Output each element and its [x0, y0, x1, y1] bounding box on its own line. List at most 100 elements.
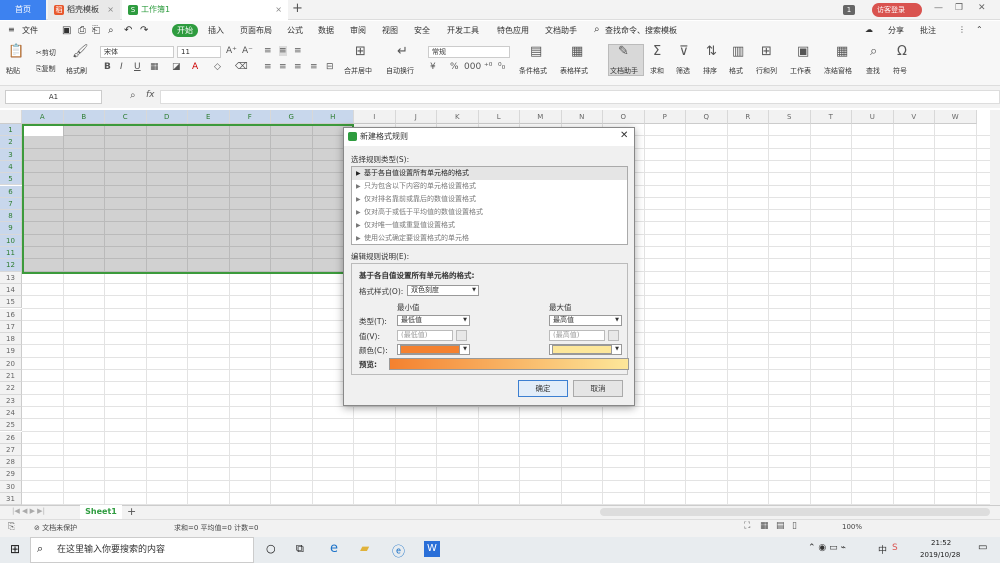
column-header[interactable]: G: [271, 110, 313, 124]
menu-insert[interactable]: 插入: [208, 25, 224, 36]
column-header[interactable]: A: [22, 110, 64, 124]
decrease-decimal-icon[interactable]: ⁰₀: [498, 62, 505, 72]
wps-tray-icon[interactable]: S: [892, 543, 898, 553]
align-center-icon[interactable]: ≡: [279, 62, 287, 72]
bold-icon[interactable]: B: [104, 62, 111, 72]
worksheet-button[interactable]: 工作表: [790, 66, 811, 76]
page-view-icon[interactable]: ▤: [776, 521, 785, 531]
format-style-select[interactable]: 双色刻度 ▼: [407, 285, 479, 296]
notification-icon[interactable]: ▭: [978, 542, 987, 553]
range-picker-icon[interactable]: [456, 330, 467, 341]
sum-button[interactable]: 求和: [650, 66, 664, 76]
tab-home[interactable]: 首页: [0, 0, 46, 20]
row-header[interactable]: 10: [0, 234, 22, 247]
column-header[interactable]: W: [935, 110, 977, 124]
align-middle-icon[interactable]: ≡: [279, 46, 287, 56]
filter-button[interactable]: 筛选: [676, 66, 690, 76]
zoom-level[interactable]: 100%: [842, 523, 862, 531]
horizontal-scrollbar[interactable]: [600, 508, 990, 516]
row-header[interactable]: 22: [0, 382, 22, 395]
row-header[interactable]: 21: [0, 370, 22, 383]
column-header[interactable]: P: [644, 110, 686, 124]
print-icon[interactable]: ⎗: [92, 25, 100, 36]
copy-button[interactable]: ⎘复制: [36, 64, 56, 74]
minimize-icon[interactable]: —: [934, 3, 943, 13]
column-header[interactable]: T: [810, 110, 852, 124]
range-picker-icon[interactable]: [608, 330, 619, 341]
distribute-icon[interactable]: ⊟: [326, 62, 334, 72]
export-icon[interactable]: ⎙: [78, 25, 86, 36]
row-header[interactable]: 8: [0, 210, 22, 223]
justify-icon[interactable]: ≡: [310, 62, 318, 72]
format-button[interactable]: 格式: [729, 66, 743, 76]
edge-icon[interactable]: e: [330, 541, 338, 556]
restore-icon[interactable]: ❐: [955, 3, 963, 13]
currency-icon[interactable]: ¥: [430, 62, 436, 72]
fx-icon[interactable]: fx: [146, 90, 155, 100]
menu-review[interactable]: 审阅: [350, 25, 366, 36]
row-header[interactable]: 14: [0, 283, 22, 297]
menu-page-layout[interactable]: 页面布局: [240, 25, 272, 36]
row-header[interactable]: 2: [0, 136, 22, 149]
row-header[interactable]: 12: [0, 259, 22, 272]
row-header[interactable]: 11: [0, 247, 22, 260]
paste-button[interactable]: 粘贴: [6, 66, 20, 76]
merge-center-icon[interactable]: ⊞: [355, 44, 366, 59]
command-search[interactable]: 查找命令、搜索模板: [605, 25, 677, 36]
hamburger-icon[interactable]: ≡: [8, 25, 15, 34]
menu-security[interactable]: 安全: [414, 25, 430, 36]
name-box[interactable]: A1: [5, 90, 102, 104]
ime-indicator[interactable]: 中: [878, 543, 887, 556]
row-header[interactable]: 29: [0, 468, 22, 481]
conditional-format-icon[interactable]: ▤: [530, 44, 542, 59]
column-header[interactable]: I: [354, 110, 396, 124]
ie-icon[interactable]: ⓔ: [392, 541, 405, 560]
max-type-select[interactable]: 最高值 ▼: [549, 315, 622, 326]
clock-time[interactable]: 21:52: [931, 539, 951, 547]
row-header[interactable]: 16: [0, 308, 22, 321]
read-view-icon[interactable]: ▯: [792, 521, 797, 531]
column-header[interactable]: D: [146, 110, 188, 124]
cloud-icon[interactable]: ☁: [865, 25, 873, 34]
tray-icons[interactable]: ⌃ ◉ ▭ ⌁: [808, 543, 846, 553]
collapse-icon[interactable]: ⌃: [976, 25, 983, 34]
vertical-scrollbar[interactable]: [990, 110, 1000, 505]
menu-formula[interactable]: 公式: [287, 25, 303, 36]
menu-features[interactable]: 特色应用: [497, 25, 529, 36]
row-header[interactable]: 7: [0, 197, 22, 211]
column-header[interactable]: Q: [686, 110, 728, 124]
row-header[interactable]: 30: [0, 480, 22, 493]
font-shrink-icon[interactable]: A⁻: [242, 46, 253, 56]
normal-view-icon[interactable]: ▦: [760, 521, 769, 531]
row-header[interactable]: 4: [0, 160, 22, 174]
menu-data[interactable]: 数据: [318, 25, 334, 36]
select-all-corner[interactable]: [0, 110, 22, 124]
selected-range[interactable]: [22, 124, 354, 274]
column-header[interactable]: F: [229, 110, 271, 124]
wps-icon[interactable]: W: [424, 541, 440, 557]
row-header[interactable]: 13: [0, 271, 22, 284]
task-view-icon[interactable]: ⧉: [296, 542, 304, 556]
close-icon[interactable]: ×: [275, 0, 282, 20]
more-icon[interactable]: ⋮: [958, 25, 966, 34]
row-header[interactable]: 3: [0, 148, 22, 161]
rule-type-item[interactable]: ▶ 仅对高于或低于平均值的数值设置格式: [352, 206, 627, 219]
min-value-input[interactable]: (最低值): [397, 330, 453, 341]
column-header[interactable]: E: [188, 110, 230, 124]
wrap-text-button[interactable]: 自动换行: [386, 66, 414, 76]
symbol-button[interactable]: 符号: [893, 66, 907, 76]
paste-icon[interactable]: 📋: [8, 44, 24, 59]
menu-start[interactable]: 开始: [172, 24, 198, 37]
save-icon[interactable]: ▣: [62, 25, 71, 36]
font-size-select[interactable]: 11: [177, 46, 221, 58]
redo-icon[interactable]: ↷: [140, 25, 148, 36]
row-col-icon[interactable]: ⊞: [761, 44, 772, 59]
row-header[interactable]: 25: [0, 419, 22, 432]
windows-start-icon[interactable]: ⊞: [10, 542, 20, 556]
row-header[interactable]: 15: [0, 296, 22, 309]
find-button[interactable]: 查找: [866, 66, 880, 76]
cut-button[interactable]: ✂剪切: [36, 48, 56, 58]
cortana-icon[interactable]: ○: [266, 542, 276, 555]
row-header[interactable]: 20: [0, 357, 22, 370]
rule-type-item[interactable]: ▶ 只为包含以下内容的单元格设置格式: [352, 180, 627, 193]
